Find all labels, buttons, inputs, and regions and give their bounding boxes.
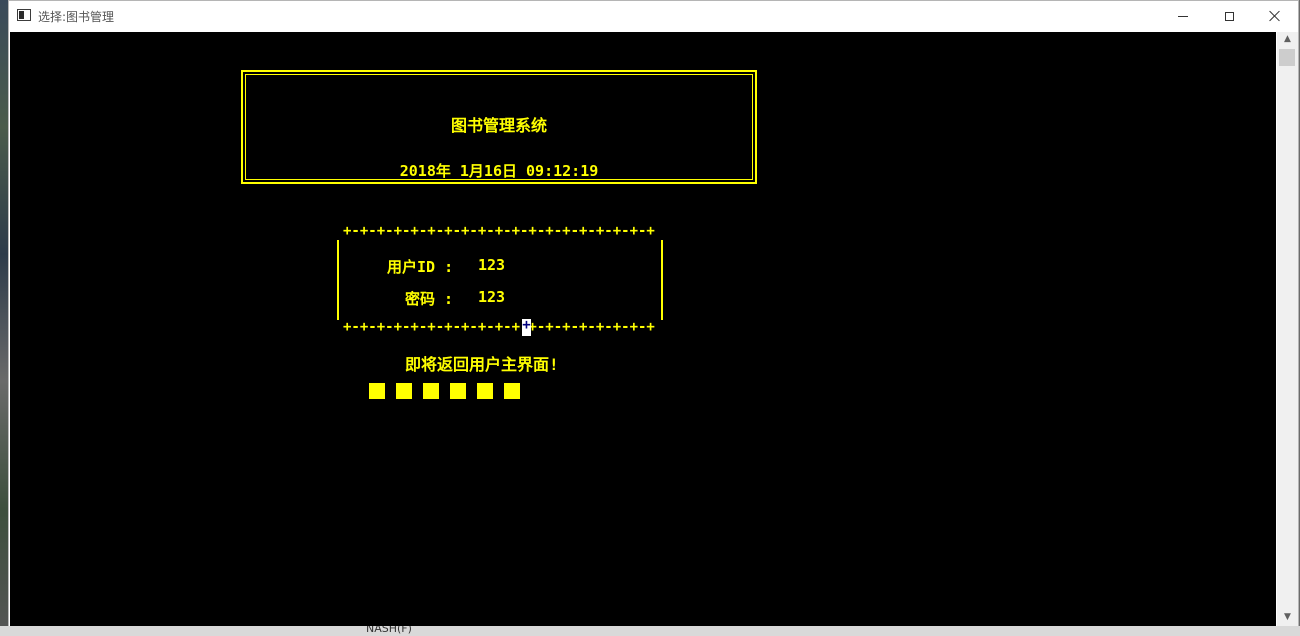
userid-value: 123: [478, 256, 506, 274]
console-app-icon: [17, 9, 31, 21]
return-message: 即将返回用户主界面!: [405, 355, 559, 374]
maximize-button[interactable]: [1206, 1, 1252, 31]
login-frame-top-border: +-+-+-+-+-+-+-+-+-+-+-+-+-+-+-+-+-+-+: [343, 223, 655, 239]
scroll-down-arrow-icon[interactable]: ▼: [1277, 612, 1298, 626]
current-datetime: 2018年 1月16日 09:12:19: [399, 162, 599, 180]
taskbar-item[interactable]: NASH(F): [366, 626, 412, 635]
title-bar[interactable]: 选择:图书管理: [9, 1, 1298, 31]
desktop-background: [0, 0, 8, 636]
scroll-up-arrow-icon[interactable]: ▲: [1277, 34, 1298, 48]
scroll-thumb[interactable]: [1279, 49, 1295, 66]
password-label: 密码 :: [405, 290, 454, 308]
progress-block: [423, 383, 439, 399]
minimize-icon: [1178, 15, 1188, 17]
login-frame-right-border: [661, 240, 663, 320]
userid-label: 用户ID :: [387, 258, 454, 276]
vertical-scrollbar[interactable]: ▲ ▼: [1277, 32, 1298, 628]
progress-block: [369, 383, 385, 399]
cursor-glyph: +: [522, 317, 531, 333]
progress-block: [396, 383, 412, 399]
console-output[interactable]: 图书管理系统 2018年 1月16日 09:12:19 +-+-+-+-+-+-…: [10, 32, 1276, 628]
taskbar-peek: NASH(F): [0, 626, 1300, 636]
close-button[interactable]: [1252, 1, 1298, 31]
password-value: 123: [478, 288, 506, 306]
progress-block: [504, 383, 520, 399]
progress-block: [477, 383, 493, 399]
header-frame: 图书管理系统 2018年 1月16日 09:12:19: [241, 70, 757, 184]
progress-block: [450, 383, 466, 399]
minimize-button[interactable]: [1160, 1, 1206, 31]
console-window: 选择:图书管理 图书管理系统 2018年 1月16日 09:12:19 +-+-…: [8, 0, 1299, 628]
login-frame-bottom-border: +-+-+-+-+-+-+-+-+-+-+-+-+-+-+-+-+-+-+: [343, 319, 655, 335]
close-icon: [1269, 10, 1281, 22]
maximize-icon: [1224, 11, 1234, 21]
system-title: 图书管理系统: [450, 116, 547, 135]
window-title: 选择:图书管理: [38, 10, 115, 24]
login-frame-left-border: [337, 240, 339, 320]
